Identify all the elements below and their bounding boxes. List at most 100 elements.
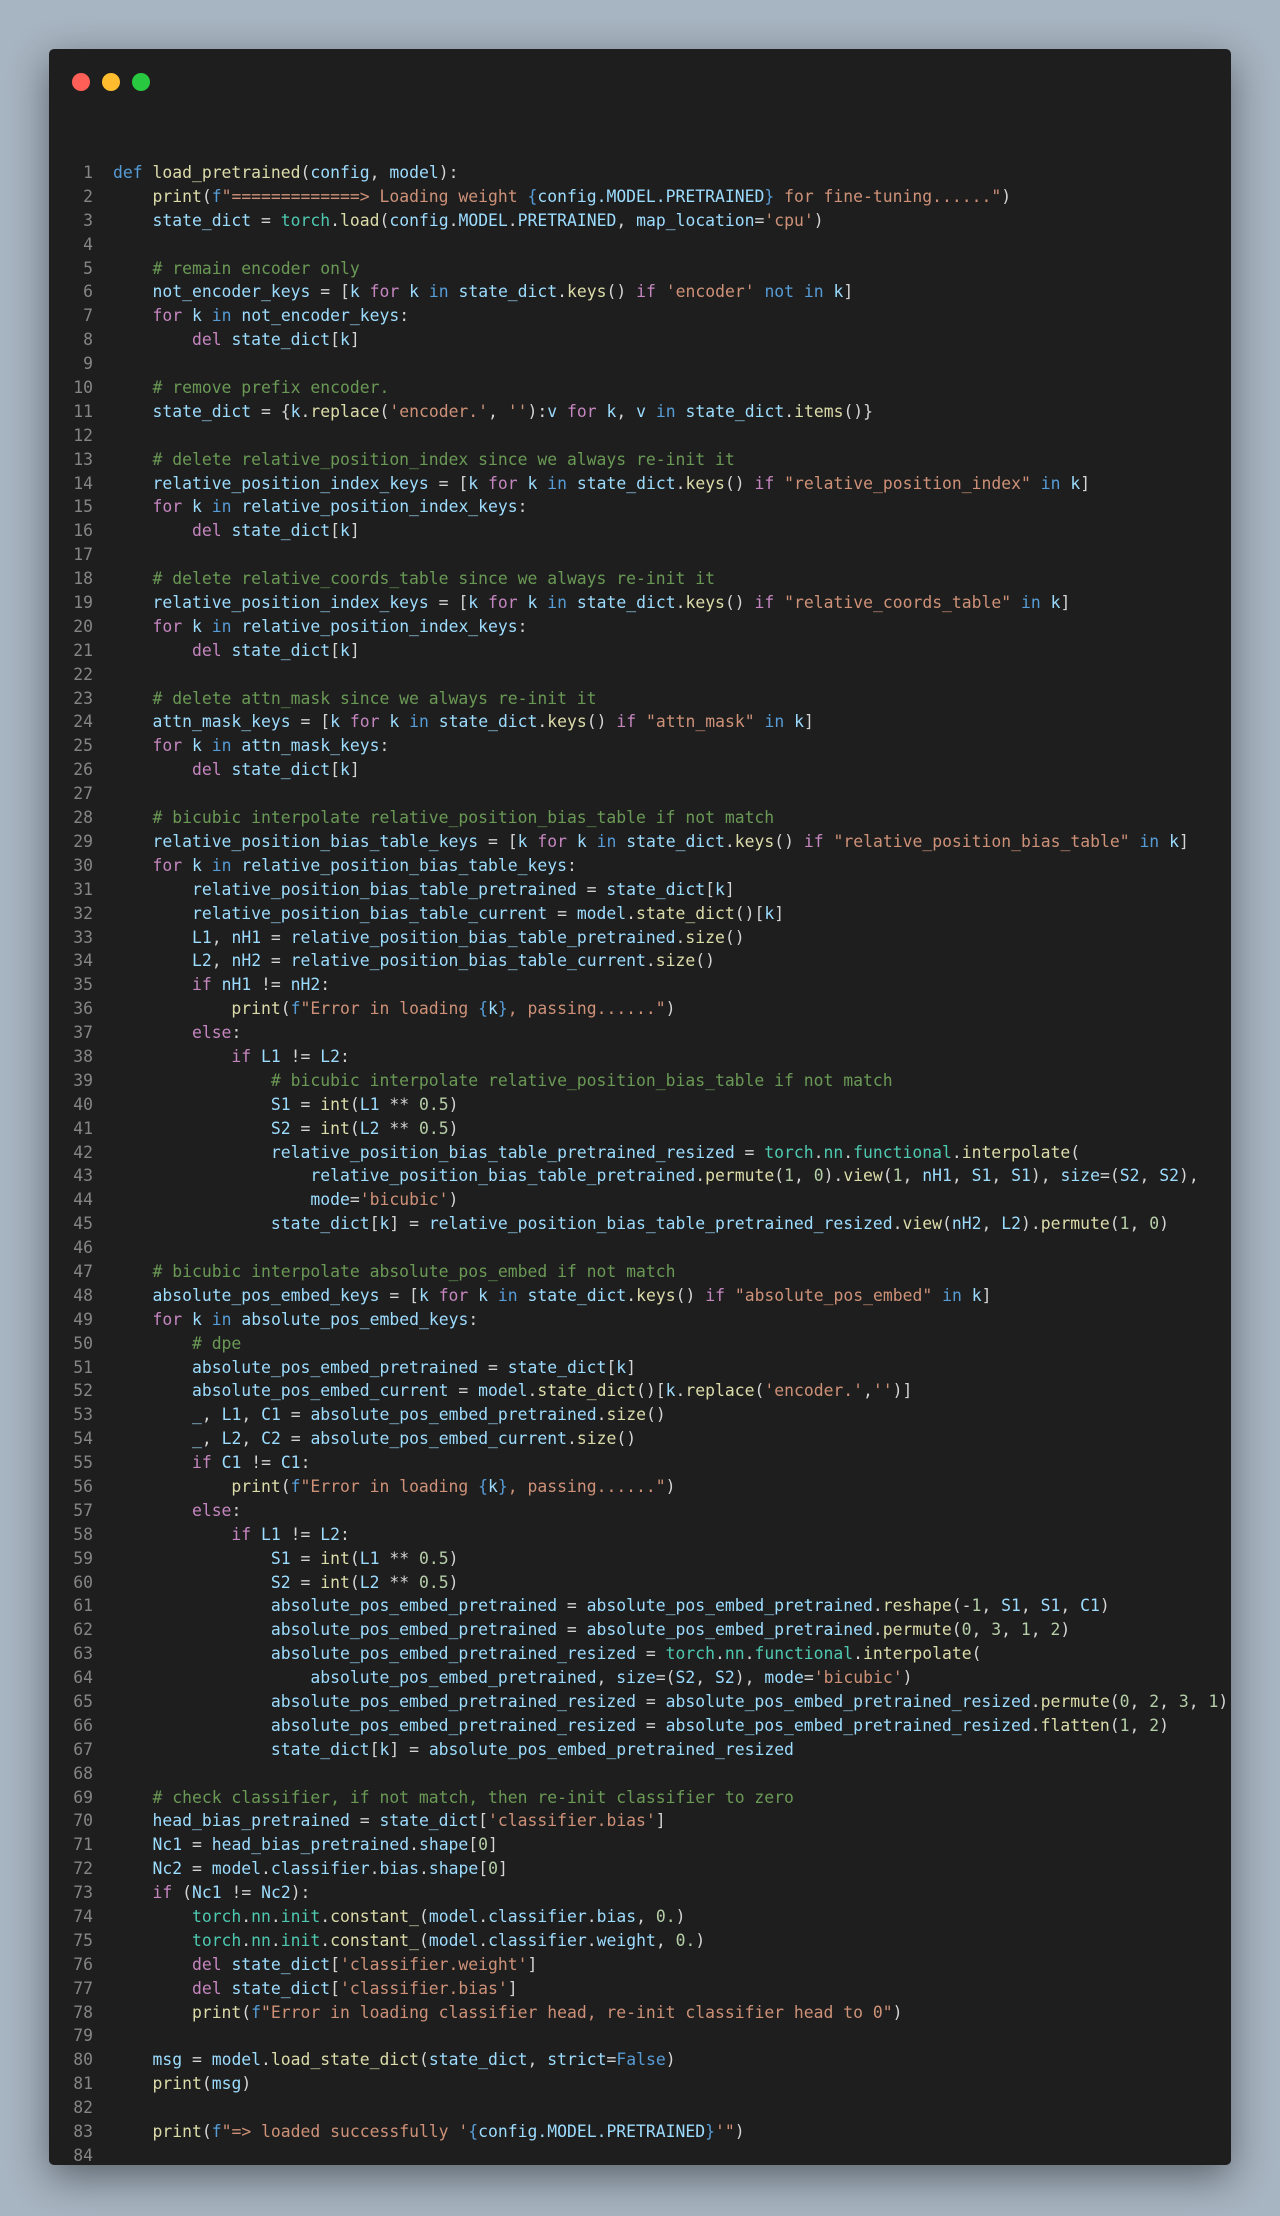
code-line: 77 del state_dict['classifier.bias'] (49, 1977, 1231, 2001)
code-text: del state_dict[k] (191, 640, 360, 660)
line-number: 2 (83, 186, 93, 206)
code-text: L1, nH1 = relative_position_bias_table_p… (191, 927, 745, 947)
code-line: 53 _, L1, C1 = absolute_pos_embed_pretra… (49, 1403, 1231, 1427)
code-editor[interactable]: 1 def load_pretrained(config, model): 2 pr… (49, 161, 1231, 2165)
line-number: 65 (73, 1692, 93, 1711)
code-line: 23 # delete attn_mask since we always re… (49, 687, 1231, 711)
code-line: 83 print(f"=> loaded successfully '{conf… (49, 2120, 1231, 2144)
code-line: 65 absolute_pos_embed_pretrained_resized… (49, 1690, 1231, 1714)
line-number: 60 (73, 1572, 93, 1592)
line-number: 76 (73, 1954, 93, 1974)
code-text: S1 = int(L1 ** 0.5) (270, 1094, 459, 1114)
code-text: # delete relative_position_index since w… (152, 449, 735, 469)
code-text: relative_position_bias_table_pretrained.… (310, 1166, 1199, 1186)
code-line: 64 absolute_pos_embed_pretrained, size=(… (49, 1666, 1231, 1690)
line-number: 14 (73, 473, 93, 493)
code-line: 66 absolute_pos_embed_pretrained_resized… (49, 1714, 1231, 1738)
line-number: 81 (73, 2074, 93, 2094)
code-line: 3 state_dict = torch.load(config.MODEL.P… (49, 209, 1231, 233)
line-number: 6 (83, 282, 93, 302)
line-number: 50 (73, 1333, 93, 1353)
code-line: 21 del state_dict[k] (49, 639, 1231, 663)
code-text: head_bias_pretrained = state_dict['class… (152, 1811, 666, 1831)
code-line: 19 relative_position_index_keys = [k for… (49, 591, 1231, 615)
code-text: for k in relative_position_index_keys: (152, 616, 528, 636)
minimize-button[interactable] (102, 73, 120, 91)
code-line: 61 absolute_pos_embed_pretrained = absol… (49, 1594, 1231, 1618)
code-text: # dpe (191, 1333, 242, 1353)
code-text: mode='bicubic') (310, 1190, 459, 1210)
code-line: 20 for k in relative_position_index_keys… (49, 615, 1231, 639)
code-text: absolute_pos_embed_current = model.state… (191, 1381, 913, 1401)
code-line: 55 if C1 != C1: (49, 1451, 1231, 1475)
line-number: 25 (73, 736, 93, 756)
code-text: print(f"Error in loading {k}, passing...… (231, 999, 676, 1019)
line-number: 84 (73, 2145, 93, 2165)
code-text: for k in not_encoder_keys: (152, 306, 410, 326)
code-line: 16 del state_dict[k] (49, 519, 1231, 543)
code-line: 50 # dpe (49, 1332, 1231, 1356)
line-number: 36 (73, 999, 93, 1019)
line-number: 23 (73, 688, 93, 708)
line-number: 18 (73, 569, 93, 589)
code-line: 39 # bicubic interpolate relative_positi… (49, 1069, 1231, 1093)
line-number: 61 (73, 1596, 93, 1616)
code-line: 71 Nc1 = head_bias_pretrained.shape[0] (49, 1833, 1231, 1857)
code-line: 43 relative_position_bias_table_pretrain… (49, 1164, 1231, 1188)
code-line: 24 attn_mask_keys = [k for k in state_di… (49, 710, 1231, 734)
maximize-button[interactable] (132, 73, 150, 91)
code-line: 68 (49, 1762, 1231, 1786)
code-text: absolute_pos_embed_pretrained = absolute… (270, 1620, 1071, 1640)
code-window: 1 def load_pretrained(config, model): 2 pr… (49, 49, 1231, 2165)
code-line: 26 del state_dict[k] (49, 758, 1231, 782)
code-line: 33 L1, nH1 = relative_position_bias_tabl… (49, 926, 1231, 950)
code-text: print(f"=> loaded successfully '{config.… (152, 2122, 745, 2142)
line-number: 33 (73, 927, 93, 947)
line-number: 67 (73, 1739, 93, 1759)
code-line: 29 relative_position_bias_table_keys = [… (49, 830, 1231, 854)
code-text: S1 = int(L1 ** 0.5) (270, 1548, 459, 1568)
code-text: # bicubic interpolate relative_position_… (270, 1070, 893, 1090)
line-number: 17 (73, 545, 93, 565)
code-text: else: (191, 1023, 242, 1043)
code-line: 67 state_dict[k] = absolute_pos_embed_pr… (49, 1738, 1231, 1762)
line-number: 29 (73, 831, 93, 851)
code-line: 1 def load_pretrained(config, model): (49, 161, 1231, 185)
line-number: 80 (73, 2050, 93, 2070)
line-number: 7 (83, 306, 93, 326)
line-number: 71 (73, 1835, 93, 1855)
code-text: absolute_pos_embed_pretrained = state_di… (191, 1357, 637, 1377)
line-number: 78 (73, 2002, 93, 2022)
line-number: 75 (73, 1930, 93, 1950)
code-text: else: (191, 1500, 242, 1520)
close-button[interactable] (72, 73, 90, 91)
code-text: Nc1 = head_bias_pretrained.shape[0] (152, 1835, 498, 1855)
line-number: 32 (73, 903, 93, 923)
code-text: # bicubic interpolate relative_position_… (152, 808, 775, 828)
line-number: 77 (73, 1978, 93, 1998)
code-line: 59 S1 = int(L1 ** 0.5) (49, 1547, 1231, 1571)
line-number: 53 (73, 1405, 93, 1425)
code-line: 49 for k in absolute_pos_embed_keys: (49, 1308, 1231, 1332)
code-text: state_dict[k] = relative_position_bias_t… (270, 1214, 1170, 1234)
code-text: if nH1 != nH2: (191, 975, 331, 995)
code-line: 4 (49, 233, 1231, 257)
line-number: 10 (73, 378, 93, 398)
code-text: state_dict = {k.replace('encoder.', ''):… (152, 401, 874, 421)
code-line: 35 if nH1 != nH2: (49, 973, 1231, 997)
line-number: 45 (73, 1214, 93, 1234)
line-number: 38 (73, 1046, 93, 1066)
code-text: del state_dict['classifier.bias'] (191, 1978, 518, 1998)
code-line: 22 (49, 663, 1231, 687)
code-line: 15 for k in relative_position_index_keys… (49, 495, 1231, 519)
line-number: 8 (83, 330, 93, 350)
code-text: S2 = int(L2 ** 0.5) (270, 1572, 459, 1592)
code-text: _, L1, C1 = absolute_pos_embed_pretraine… (191, 1405, 666, 1425)
code-text: def load_pretrained(config, model): (113, 163, 459, 182)
code-text: L2, nH2 = relative_position_bias_table_c… (191, 951, 716, 971)
code-text: relative_position_index_keys = [k for k … (152, 473, 1091, 493)
line-number: 11 (73, 401, 93, 421)
code-text: del state_dict[k] (191, 760, 360, 780)
code-text: state_dict[k] = absolute_pos_embed_pretr… (270, 1739, 794, 1759)
line-number: 70 (73, 1811, 93, 1831)
